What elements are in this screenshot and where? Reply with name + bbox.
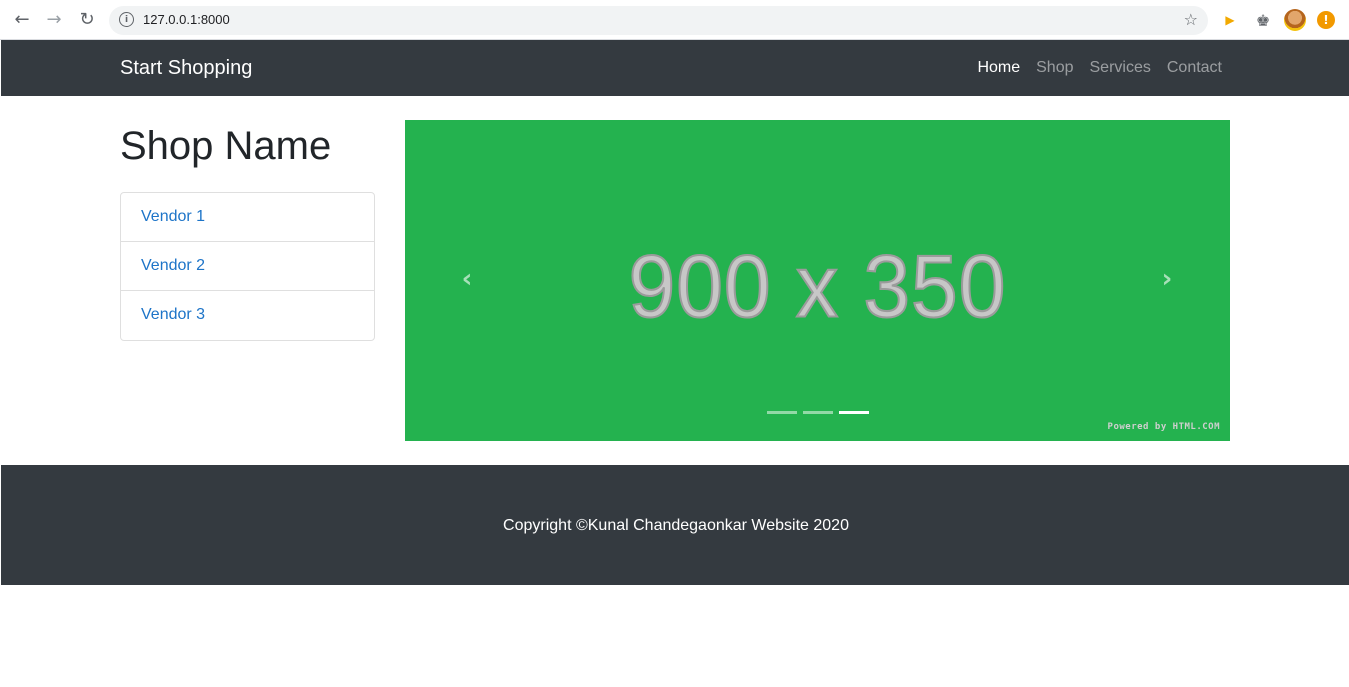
play-arrow-icon[interactable]: ▶ [1220, 10, 1240, 30]
page-title: Shop Name [120, 124, 332, 168]
back-arrow-icon[interactable]: ← [10, 8, 34, 32]
address-bar[interactable]: i 127.0.0.1:8000 ☆ [109, 6, 1208, 35]
nav-link-services[interactable]: Services [1090, 59, 1151, 77]
image-carousel: 900 x 350 ‹ › Powered by HTML.COM [405, 120, 1230, 441]
vendor-link-1[interactable]: Vendor 1 [121, 193, 374, 242]
powered-by-label: Powered by HTML.COM [1107, 422, 1220, 432]
vendor-link-2[interactable]: Vendor 2 [121, 242, 374, 291]
nav-link-shop[interactable]: Shop [1036, 59, 1073, 77]
copyright-text: Copyright ©Kunal Chandegaonkar Website 2… [1, 517, 1349, 535]
vendor-list: Vendor 1 Vendor 2 Vendor 3 [120, 192, 375, 341]
alert-icon[interactable]: ! [1317, 11, 1335, 29]
navbar-brand[interactable]: Start Shopping [120, 57, 252, 80]
carousel-indicator-3[interactable] [839, 411, 869, 414]
reload-icon[interactable]: ↻ [75, 8, 99, 32]
carousel-prev-icon[interactable]: ‹ [452, 264, 482, 294]
profile-avatar[interactable] [1284, 9, 1306, 31]
bookmark-star-icon[interactable]: ☆ [1184, 10, 1198, 29]
carousel-next-icon[interactable]: › [1152, 264, 1182, 294]
carousel-indicator-1[interactable] [767, 411, 797, 414]
nav-link-home[interactable]: Home [977, 59, 1020, 77]
url-text[interactable]: 127.0.0.1:8000 [143, 12, 230, 27]
top-navbar: Start Shopping Home Shop Services Contac… [1, 40, 1349, 96]
info-icon[interactable]: i [119, 12, 134, 27]
placeholder-slide-text: 900 x 350 [628, 236, 1007, 337]
carousel-indicators [767, 411, 869, 414]
vendor-link-3[interactable]: Vendor 3 [121, 291, 374, 340]
nav-link-contact[interactable]: Contact [1167, 59, 1222, 77]
puzzle-icon[interactable]: ♚ [1253, 10, 1273, 30]
nav-links: Home Shop Services Contact [977, 59, 1222, 77]
copyright-label: Copyright ©Kunal Chandegaonkar Website 2… [503, 517, 849, 534]
carousel-indicator-2[interactable] [803, 411, 833, 414]
browser-toolbar: ← → ↻ i 127.0.0.1:8000 ☆ ▶ ♚ ! [0, 0, 1349, 40]
forward-arrow-icon[interactable]: → [42, 8, 66, 32]
page-footer: Copyright ©Kunal Chandegaonkar Website 2… [1, 465, 1349, 585]
